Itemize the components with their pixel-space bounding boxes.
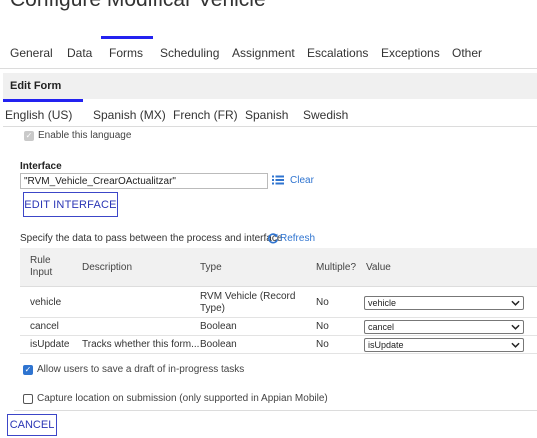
chevron-down-icon [511,324,520,330]
cell-multiple: No [316,297,329,308]
checkmark-icon: ✓ [24,364,32,374]
tab-other[interactable]: Other [452,46,482,60]
page-title: Configure Modificar Vehicle [10,0,266,12]
language-tab-bar: English (US) Spanish (MX) French (FR) Sp… [3,101,537,127]
value-select-text: vehicle [368,298,397,308]
cell-type: Boolean [200,321,237,332]
cell-rule-input: isUpdate [30,339,70,350]
capture-location-checkbox[interactable] [23,393,33,404]
capture-location-label: Capture location on submission (only sup… [37,393,328,404]
header-multiple: Multiple? [316,262,357,273]
tab-french-fr[interactable]: French (FR) [173,108,238,122]
tab-data[interactable]: Data [67,46,92,60]
enable-language-checkbox: ✓ [24,130,34,141]
table-row: vehicle RVM Vehicle (Record Type) No veh… [20,288,537,318]
header-description: Description [82,262,133,273]
value-select-text: isUpdate [368,340,404,350]
capture-location-row[interactable]: Capture location on submission (only sup… [23,393,328,404]
chevron-down-icon [511,342,520,348]
header-rule-input: Rule Input [30,255,53,278]
value-select[interactable]: vehicle [364,296,524,310]
allow-draft-row[interactable]: ✓ Allow users to save a draft of in-prog… [23,364,244,375]
refresh-link[interactable]: Refresh [280,233,315,244]
list-icon[interactable] [272,174,284,186]
refresh-icon[interactable] [267,232,279,244]
specify-data-text: Specify the data to pass between the pro… [20,233,283,244]
main-tab-bar: General Data Forms Scheduling Assignment… [0,36,537,69]
tab-spanish-mx[interactable]: Spanish (MX) [93,108,166,122]
table-row: isUpdate Tracks whether this form... Boo… [20,336,537,354]
table-header: Rule Input Description Type Multiple? Va… [20,248,537,287]
value-select-text: cancel [368,322,395,332]
tab-swedish[interactable]: Swedish [303,108,348,122]
tab-exceptions[interactable]: Exceptions [381,46,440,60]
enable-language-label: Enable this language [38,130,132,141]
tab-english-us[interactable]: English (US) [5,108,72,122]
interface-label: Interface [20,161,62,172]
tab-general[interactable]: General [10,46,53,60]
header-value: Value [366,262,391,273]
enable-language-row: ✓ Enable this language [24,130,131,141]
tab-forms[interactable]: Forms [101,36,153,60]
value-select[interactable]: cancel [364,320,524,334]
chevron-down-icon [511,300,520,306]
cell-type: Boolean [200,339,237,350]
value-select[interactable]: isUpdate [364,338,524,352]
cell-multiple: No [316,321,329,332]
edit-interface-button[interactable]: EDIT INTERFACE [23,192,118,217]
cancel-button[interactable]: CANCEL [7,414,57,436]
cell-type: RVM Vehicle (Record Type) [200,291,296,314]
checkmark-icon: ✓ [25,130,33,140]
tab-spanish[interactable]: Spanish [245,108,288,122]
allow-draft-checkbox[interactable]: ✓ [23,364,33,375]
cell-multiple: No [316,339,329,350]
cell-description: Tracks whether this form... [82,339,200,350]
tab-scheduling[interactable]: Scheduling [160,46,219,60]
interface-input[interactable] [20,173,268,189]
table-row: cancel Boolean No cancel [20,318,537,336]
allow-draft-label: Allow users to save a draft of in-progre… [37,364,245,375]
clear-link[interactable]: Clear [290,175,314,186]
edit-form-title: Edit Form [10,80,62,92]
tab-escalations[interactable]: Escalations [307,46,368,60]
footer-divider [14,410,537,411]
cell-rule-input: cancel [30,321,59,332]
header-type: Type [200,262,222,273]
cell-rule-input: vehicle [30,297,62,308]
tab-assignment[interactable]: Assignment [232,46,295,60]
edit-form-header: Edit Form [3,73,537,99]
